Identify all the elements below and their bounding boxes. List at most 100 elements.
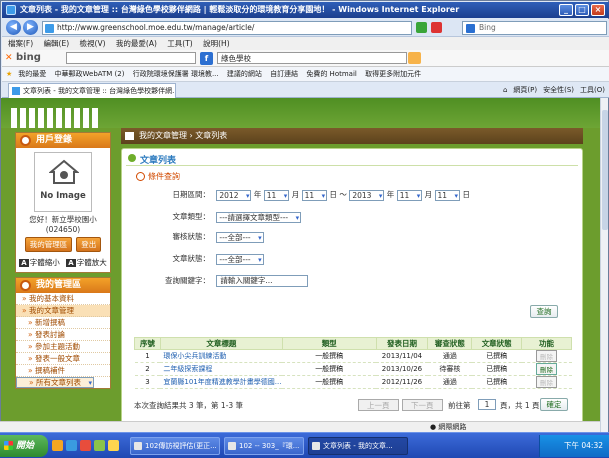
article-title-link[interactable]: 宜蘭縣101年度精進教學計畫學德國... [160, 375, 283, 389]
clock: 下午 04:32 [564, 441, 603, 450]
sidebar-item-join-activity[interactable]: 參加主題活動 [16, 341, 110, 353]
sidebar-item-all-articles[interactable]: 所有文章列表 [16, 377, 94, 388]
confirm-button[interactable]: 確定 [540, 398, 568, 411]
scroll-thumb[interactable] [602, 110, 608, 230]
row-type: 一般撰稿 [282, 375, 376, 389]
manage-header: 我的管理區 [16, 278, 110, 293]
from-day-select[interactable]: 11 [301, 189, 328, 201]
forward-button[interactable]: ▶ [23, 20, 38, 35]
keyword-row: 查詢關鍵字： 請輸入關鍵字... [152, 275, 309, 287]
bing-query-input[interactable]: 綠色學校 [217, 52, 407, 64]
to-day-select[interactable]: 11 [434, 189, 461, 201]
delete-button[interactable]: 刪除 [536, 350, 558, 362]
page-icon [45, 24, 54, 33]
delete-button[interactable]: 刪除 [536, 363, 558, 375]
login-header: 用戶登錄 [16, 133, 110, 148]
from-month-select[interactable]: 11 [263, 189, 290, 201]
my-manage-button[interactable]: 我的管理區 [24, 237, 73, 252]
page-icon [12, 87, 20, 95]
font-smaller-button[interactable]: A 字體縮小 [19, 257, 60, 268]
star-icon: ★ [6, 70, 13, 78]
favorite-link[interactable]: 自訂連結 [270, 70, 298, 78]
favorite-link[interactable]: 中華郵政WebATM (2) [55, 70, 125, 78]
article-title-link[interactable]: 環保小尖兵訓練活動 [160, 349, 283, 363]
to-year-select[interactable]: 2013 [349, 189, 385, 201]
article-title-link[interactable]: 二年級探索課程 [160, 362, 283, 376]
pager: 本次查詢結果共 3 筆，第 1-3 筆 上一頁 下一頁 前往第 1 頁，共 1 … [134, 398, 574, 411]
sidebar: 用戶登錄 No Image 您好！新立學校園小 (024650) 我的管理區 登… [15, 132, 111, 432]
home-icon[interactable] [125, 132, 134, 140]
address-input[interactable]: http://www.greenschool.moe.edu.tw/manage… [42, 21, 412, 35]
start-button[interactable]: 開始 [0, 435, 48, 457]
delete-button[interactable]: 刪除 [536, 376, 558, 388]
favorite-link[interactable]: 建議的網站 [227, 70, 262, 78]
type-select[interactable]: ---請選擇文章類型--- [216, 211, 302, 223]
browser-tab[interactable]: 文章列表 - 我的文章管理 :: 台灣綠色學校夥伴網... [8, 83, 176, 98]
tools-menu[interactable]: 工具(O) [580, 84, 605, 96]
review-select[interactable]: ---全部--- [216, 231, 264, 243]
live-search-input[interactable]: Bing [462, 21, 607, 35]
logout-button[interactable]: 登出 [76, 237, 102, 252]
from-year-select[interactable]: 2012 [216, 189, 252, 201]
favorites-label[interactable]: 我的最愛 [18, 70, 46, 78]
sidebar-item-articles[interactable]: 我的文章管理 [16, 305, 110, 317]
menu-favorites[interactable]: 我的最愛(A) [116, 39, 157, 48]
font-larger-button[interactable]: A 字體放大 [66, 257, 107, 268]
keyword-label: 查詢關鍵字： [165, 276, 210, 285]
close-button[interactable]: × [591, 4, 605, 16]
taskbar-item-active[interactable]: 文章列表 - 我的文章... [308, 437, 408, 455]
menu-tools[interactable]: 工具(T) [167, 39, 192, 48]
next-page-button[interactable]: 下一頁 [402, 399, 443, 411]
row-review: 待審核 [427, 362, 472, 376]
stop-icon[interactable] [431, 22, 442, 33]
taskbar-item[interactable]: 102 -- 303_『環... [224, 437, 304, 455]
refresh-icon[interactable] [416, 22, 427, 33]
breadcrumb-item: 文章列表 [195, 131, 228, 140]
query-button[interactable]: 查詢 [530, 305, 558, 318]
search-icon[interactable] [408, 52, 421, 64]
page-menu[interactable]: 網頁(P) [513, 84, 537, 96]
close-toolbar-icon[interactable]: ✕ [5, 53, 13, 63]
maximize-button[interactable]: □ [575, 4, 589, 16]
search-engine-label: Bing [479, 23, 496, 32]
quicklaunch-icon[interactable] [94, 440, 105, 451]
vertical-scrollbar[interactable] [600, 98, 608, 432]
avatar: No Image [34, 152, 92, 212]
minimize-button[interactable]: _ [559, 4, 573, 16]
favorite-link[interactable]: 行政院環境保護署 環境教... [133, 70, 219, 78]
breadcrumb: 我的文章管理 › 文章列表 [121, 128, 583, 144]
login-title: 用戶登錄 [36, 135, 73, 145]
favorite-link[interactable]: 取得更多附加元件 [365, 70, 421, 78]
home-icon[interactable]: ⌂ [503, 84, 507, 96]
menu-file[interactable]: 檔案(F) [8, 39, 33, 48]
status-bar: ● 網際網路 [0, 421, 600, 432]
bing-search-box[interactable] [66, 52, 196, 64]
prev-page-button[interactable]: 上一頁 [358, 399, 399, 411]
col-header-action: 功能 [521, 337, 572, 350]
row-date: 2013/10/26 [376, 362, 428, 376]
sidebar-item-discussion[interactable]: 發表討論 [16, 329, 110, 341]
quicklaunch-icon[interactable] [80, 440, 91, 451]
keyword-input[interactable]: 請輸入關鍵字... [216, 275, 309, 287]
quicklaunch-icon[interactable] [66, 440, 77, 451]
menu-edit[interactable]: 編輯(E) [44, 39, 70, 48]
facebook-icon[interactable]: f [200, 52, 213, 65]
quicklaunch-icon[interactable] [52, 440, 63, 451]
sidebar-item-profile[interactable]: 我的基本資料 [16, 293, 110, 305]
menu-help[interactable]: 說明(H) [203, 39, 230, 48]
to-month-select[interactable]: 11 [396, 189, 423, 201]
menu-view[interactable]: 檢視(V) [80, 39, 106, 48]
sidebar-item-supplement[interactable]: 撰稿補件 [16, 365, 110, 377]
status-select[interactable]: ---全部--- [216, 253, 264, 265]
sidebar-item-new-draft[interactable]: 新增撰稿 [16, 317, 110, 329]
breadcrumb-item[interactable]: 我的文章管理 [139, 131, 187, 140]
back-button[interactable]: ◀ [6, 20, 21, 35]
taskbar-item[interactable]: 102傳訪視評估(更正... [130, 437, 220, 455]
login-box: 用戶登錄 No Image 您好！新立學校園小 (024650) 我的管理區 登… [15, 132, 111, 273]
page-input[interactable]: 1 [478, 399, 496, 410]
sidebar-item-general-article[interactable]: 發表一般文章 [16, 353, 110, 365]
row-status: 已撰稿 [471, 362, 522, 376]
favorite-link[interactable]: 免費的 Hotmail [306, 70, 357, 78]
safety-menu[interactable]: 安全性(S) [543, 84, 574, 96]
quicklaunch-icon[interactable] [108, 440, 119, 451]
